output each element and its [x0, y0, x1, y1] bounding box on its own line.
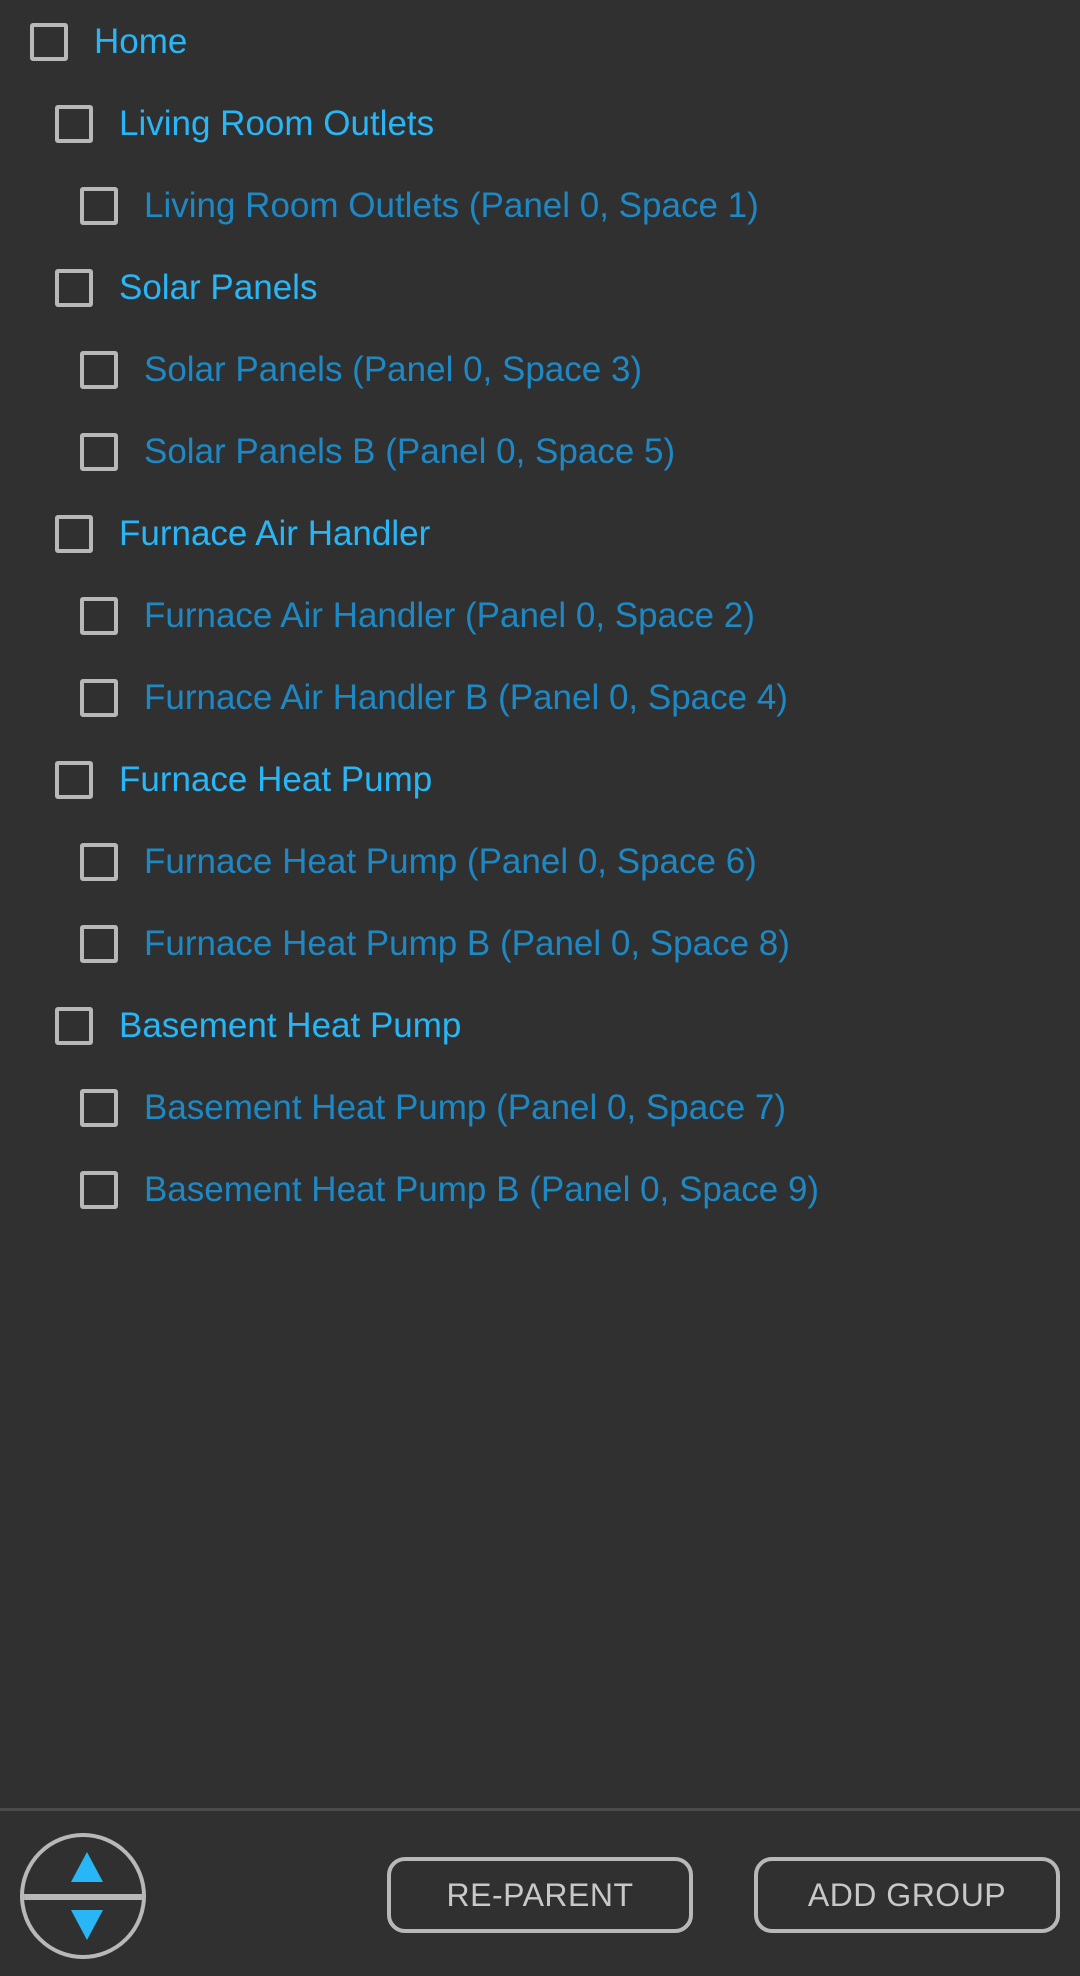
tree-item-label: Furnace Air Handler [119, 514, 431, 553]
checkbox[interactable] [55, 269, 93, 307]
tree-item-label: Solar Panels B (Panel 0, Space 5) [144, 432, 676, 471]
tree-item-living-room-outlets[interactable]: Living Room Outlets [55, 94, 434, 154]
checkbox[interactable] [80, 925, 118, 963]
checkbox[interactable] [80, 843, 118, 881]
tree-item-furnace-heat-pump[interactable]: Furnace Heat Pump [55, 750, 432, 810]
tree-item-label: Furnace Air Handler (Panel 0, Space 2) [144, 596, 755, 635]
tree-item-label: Basement Heat Pump (Panel 0, Space 7) [144, 1088, 787, 1127]
checkbox[interactable] [55, 105, 93, 143]
move-down-arrow-icon[interactable] [71, 1910, 103, 1940]
tree-item-label: Solar Panels [119, 268, 318, 307]
tree-item-solar-panels-b-space-5[interactable]: Solar Panels B (Panel 0, Space 5) [80, 422, 675, 482]
checkbox[interactable] [80, 679, 118, 717]
bottom-toolbar: RE-PARENT ADD GROUP [0, 1808, 1080, 1976]
checkbox[interactable] [80, 351, 118, 389]
tree-item-furnace-heat-pump-b-space-8[interactable]: Furnace Heat Pump B (Panel 0, Space 8) [80, 914, 790, 974]
tree-item-basement-heat-pump-space-7[interactable]: Basement Heat Pump (Panel 0, Space 7) [80, 1078, 786, 1138]
tree-item-label: Living Room Outlets (Panel 0, Space 1) [144, 186, 759, 225]
add-group-button[interactable]: ADD GROUP [754, 1857, 1060, 1933]
tree-item-furnace-air-handler[interactable]: Furnace Air Handler [55, 504, 430, 564]
tree-item-furnace-air-handler-b-space-4[interactable]: Furnace Air Handler B (Panel 0, Space 4) [80, 668, 788, 728]
tree-item-label: Furnace Air Handler B (Panel 0, Space 4) [144, 678, 788, 717]
tree-item-label: Basement Heat Pump B (Panel 0, Space 9) [144, 1170, 820, 1209]
tree-item-label: Furnace Heat Pump B (Panel 0, Space 8) [144, 924, 790, 963]
divider [24, 1894, 142, 1900]
reparent-button[interactable]: RE-PARENT [387, 1857, 693, 1933]
tree-item-label: Home [94, 22, 188, 61]
tree-item-basement-heat-pump-b-space-9[interactable]: Basement Heat Pump B (Panel 0, Space 9) [80, 1160, 819, 1220]
checkbox[interactable] [55, 515, 93, 553]
tree-item-solar-panels-space-3[interactable]: Solar Panels (Panel 0, Space 3) [80, 340, 642, 400]
checkbox[interactable] [80, 433, 118, 471]
tree-item-label: Basement Heat Pump [119, 1006, 462, 1045]
tree-item-home[interactable]: Home [30, 12, 187, 72]
tree-item-label: Furnace Heat Pump [119, 760, 433, 799]
move-up-down-control [20, 1833, 146, 1959]
checkbox[interactable] [80, 187, 118, 225]
tree-item-label: Solar Panels (Panel 0, Space 3) [144, 350, 643, 389]
checkbox[interactable] [80, 597, 118, 635]
checkbox[interactable] [55, 1007, 93, 1045]
checkbox[interactable] [55, 761, 93, 799]
tree-item-furnace-heat-pump-space-6[interactable]: Furnace Heat Pump (Panel 0, Space 6) [80, 832, 757, 892]
tree-item-solar-panels[interactable]: Solar Panels [55, 258, 317, 318]
tree-item-label: Living Room Outlets [119, 104, 435, 143]
move-up-arrow-icon[interactable] [71, 1852, 103, 1882]
checkbox[interactable] [80, 1171, 118, 1209]
tree-item-living-room-outlets-space-1[interactable]: Living Room Outlets (Panel 0, Space 1) [80, 176, 759, 236]
tree-item-label: Furnace Heat Pump (Panel 0, Space 6) [144, 842, 757, 881]
checkbox[interactable] [80, 1089, 118, 1127]
checkbox[interactable] [30, 23, 68, 61]
tree-item-basement-heat-pump[interactable]: Basement Heat Pump [55, 996, 461, 1056]
tree-item-furnace-air-handler-space-2[interactable]: Furnace Air Handler (Panel 0, Space 2) [80, 586, 755, 646]
